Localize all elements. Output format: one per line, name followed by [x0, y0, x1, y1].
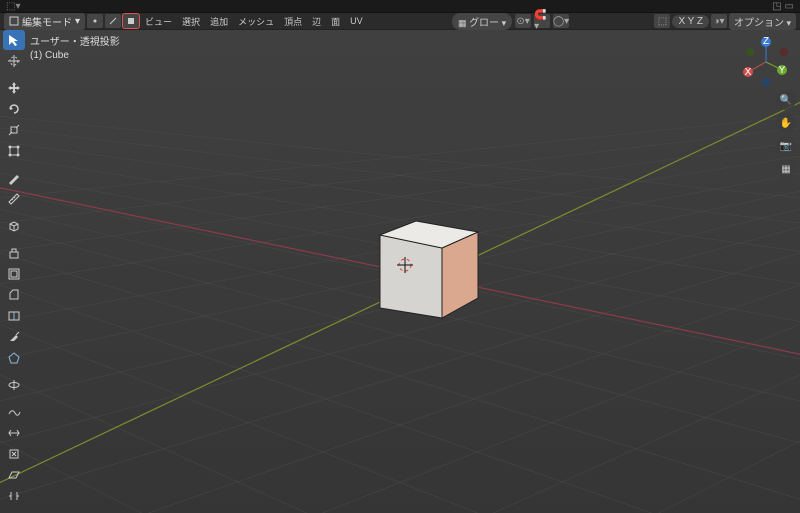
menu-face[interactable]: 面: [327, 14, 344, 29]
menu-select[interactable]: 選択: [178, 14, 204, 29]
tool-shrink[interactable]: [3, 444, 25, 464]
menu-uv[interactable]: UV: [346, 15, 367, 27]
mode-dropdown[interactable]: 編集モード ▾: [4, 13, 85, 30]
viewport-nav-buttons: 🔍 ✋ 📷 ▦: [776, 90, 796, 179]
zoom-icon[interactable]: 🔍: [776, 90, 796, 110]
pivot-icon[interactable]: ⊙▾: [515, 14, 531, 28]
svg-text:Y: Y: [779, 65, 786, 76]
tool-polybuild[interactable]: [3, 348, 25, 368]
perspective-icon[interactable]: ▦: [776, 159, 796, 179]
camera-icon[interactable]: 📷: [776, 136, 796, 156]
menu-mesh[interactable]: メッシュ: [234, 14, 278, 29]
snap-icon[interactable]: 🧲▾: [534, 14, 550, 28]
gizmo-axes[interactable]: X Y Z: [672, 15, 708, 28]
cube-object[interactable]: [380, 221, 478, 318]
transform-orientation[interactable]: ▦ グロー ▾: [452, 13, 512, 30]
menu-add[interactable]: 追加: [206, 14, 232, 29]
proportional-icon[interactable]: ◯▾: [553, 14, 569, 28]
select-mode-face[interactable]: [123, 14, 139, 28]
nav-gizmo[interactable]: X Y Z: [740, 36, 792, 88]
scene-icon[interactable]: ◳: [772, 1, 781, 12]
tool-bevel[interactable]: [3, 285, 25, 305]
edit-mode-icon: [9, 16, 19, 26]
view-perspective-label: ユーザー・透視投影: [30, 36, 120, 49]
tool-scale[interactable]: [3, 120, 25, 140]
editor-type-icon[interactable]: ⬚▾: [6, 1, 20, 12]
tool-smooth[interactable]: [3, 402, 25, 422]
tool-shear[interactable]: [3, 465, 25, 485]
menu-edge[interactable]: 辺: [308, 14, 325, 29]
options-dropdown[interactable]: オプション ▾: [729, 13, 796, 30]
active-object-label: (1) Cube: [30, 49, 120, 62]
select-mode-edge[interactable]: [105, 14, 121, 28]
tool-move[interactable]: [3, 78, 25, 98]
layer-icon[interactable]: ▭: [785, 1, 794, 12]
tool-loopcut[interactable]: [3, 306, 25, 326]
viewport-header: 編集モード ▾ ビュー 選択 追加 メッシュ 頂点 辺 面 UV ▦ グロー ▾…: [0, 13, 800, 30]
pan-icon[interactable]: ✋: [776, 113, 796, 133]
window-tabs-bar: ⬚▾ ◳ ▭: [0, 0, 800, 13]
tool-annotate[interactable]: [3, 168, 25, 188]
chevron-down-icon: ▾: [75, 16, 80, 27]
tool-knife[interactable]: [3, 327, 25, 347]
mesh-display-icon[interactable]: ⬚: [654, 14, 670, 28]
svg-text:X: X: [745, 67, 752, 78]
tool-edge-slide[interactable]: [3, 423, 25, 443]
tool-add-cube[interactable]: [3, 216, 25, 236]
tool-inset[interactable]: [3, 264, 25, 284]
tool-measure[interactable]: [3, 189, 25, 209]
menu-view[interactable]: ビュー: [141, 14, 176, 29]
tool-select-box[interactable]: [3, 30, 25, 50]
tool-extrude[interactable]: [3, 243, 25, 263]
mode-label: 編集モード: [22, 14, 72, 29]
tool-spin[interactable]: [3, 375, 25, 395]
menu-vertex[interactable]: 頂点: [280, 14, 306, 29]
svg-text:Z: Z: [763, 36, 769, 47]
tool-cursor[interactable]: [3, 51, 25, 71]
3d-viewport[interactable]: ユーザー・透視投影 (1) Cube X Y Z 🔍 ✋ 📷 ▦: [0, 30, 800, 513]
viewport-grid: [0, 30, 800, 513]
select-mode-vertex[interactable]: [87, 14, 103, 28]
viewport-overlay-text: ユーザー・透視投影 (1) Cube: [30, 36, 120, 62]
tool-rip[interactable]: [3, 486, 25, 506]
overlay-toggle-icon[interactable]: ◑▾: [711, 14, 727, 28]
tool-rotate[interactable]: [3, 99, 25, 119]
tool-transform[interactable]: [3, 141, 25, 161]
toolbar: [3, 30, 25, 506]
